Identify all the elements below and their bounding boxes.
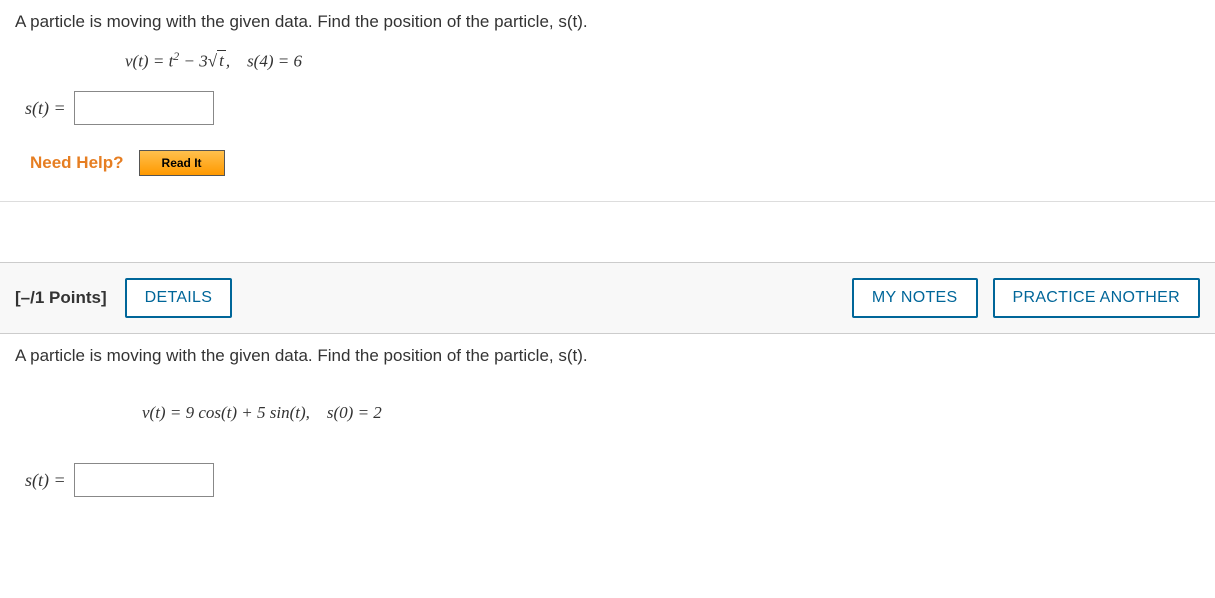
points-label: [–/1 Points] <box>15 288 107 308</box>
question-header: [–/1 Points] DETAILS MY NOTES PRACTICE A… <box>0 262 1215 334</box>
need-help-label: Need Help? <box>30 153 124 173</box>
question-prompt: A particle is moving with the given data… <box>15 10 1200 34</box>
equation-line: v(t) = t2 − 3√t, s(4) = 6 <box>125 49 1200 72</box>
answer-label: s(t) = <box>25 470 66 491</box>
header-left: [–/1 Points] DETAILS <box>15 278 232 318</box>
answer-row: s(t) = <box>25 463 1200 497</box>
practice-another-button[interactable]: PRACTICE ANOTHER <box>993 278 1201 318</box>
equation-line: v(t) = 9 cos(t) + 5 sin(t), s(0) = 2 <box>125 383 1200 443</box>
my-notes-button[interactable]: MY NOTES <box>852 278 978 318</box>
read-it-button[interactable]: Read It <box>139 150 225 176</box>
details-button[interactable]: DETAILS <box>125 278 233 318</box>
question-2: A particle is moving with the given data… <box>0 334 1215 532</box>
help-row: Need Help? Read It <box>30 150 1200 176</box>
answer-row: s(t) = <box>25 91 1200 125</box>
answer-label: s(t) = <box>25 98 66 119</box>
answer-input[interactable] <box>74 91 214 125</box>
question-1: A particle is moving with the given data… <box>0 0 1215 202</box>
question-prompt: A particle is moving with the given data… <box>15 344 1200 368</box>
answer-input[interactable] <box>74 463 214 497</box>
header-right: MY NOTES PRACTICE ANOTHER <box>852 278 1200 318</box>
